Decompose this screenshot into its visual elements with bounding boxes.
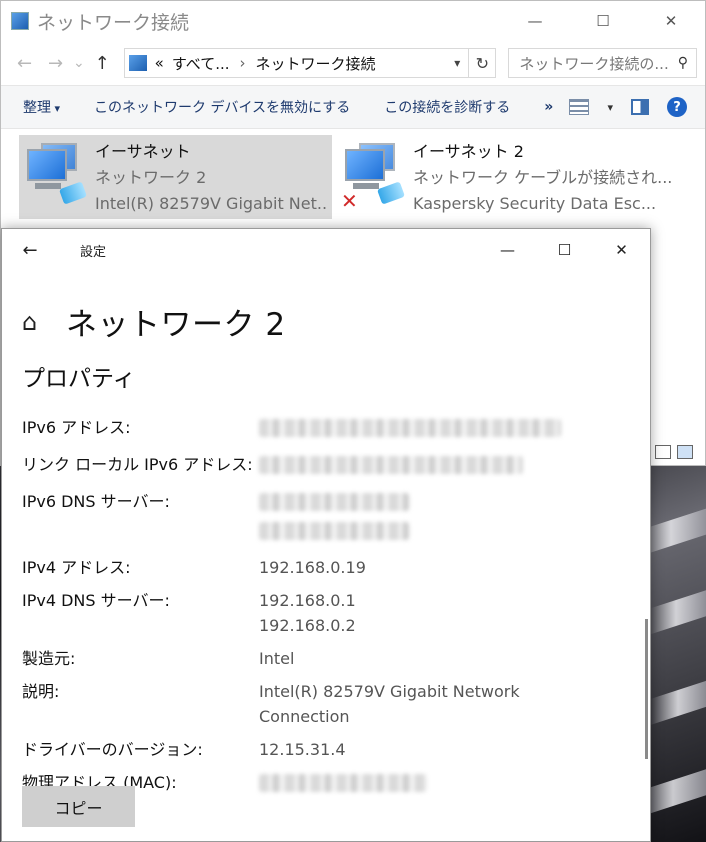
- breadcrumb-network-connections[interactable]: ネットワーク接続: [256, 53, 376, 74]
- explorer-titlebar: ネットワーク接続 — ☐ ✕: [1, 1, 705, 41]
- breadcrumb-overflow[interactable]: «: [155, 54, 164, 72]
- property-label: IPv4 DNS サーバー:: [22, 591, 170, 610]
- adapter-ethernet-2[interactable]: ✕ イーサネット 2 ネットワーク ケーブルが接続され... Kaspersky…: [337, 135, 677, 219]
- copy-button[interactable]: コピー: [22, 786, 135, 827]
- property-row: IPv4 アドレス: 192.168.0.19: [22, 555, 632, 580]
- property-row: IPv4 DNS サーバー: 192.168.0.1 192.168.0.2: [22, 588, 632, 638]
- property-row: 製造元: Intel: [22, 646, 632, 671]
- adapter-network: ネットワーク ケーブルが接続され...: [413, 168, 673, 187]
- redacted-value: [259, 456, 523, 474]
- minimize-button[interactable]: —: [501, 1, 569, 41]
- organize-button[interactable]: 整理: [23, 97, 60, 117]
- property-value: [259, 770, 427, 799]
- adapter-device: Intel(R) 82579V Gigabit Net...: [95, 194, 328, 213]
- view-toggle-icons: [655, 445, 693, 459]
- disconnected-x-icon: ✕: [341, 189, 358, 213]
- property-value: Intel(R) 82579V Gigabit Network Connectio…: [259, 679, 520, 729]
- back-arrow-icon[interactable]: ←: [9, 53, 40, 74]
- adapter-name: イーサネット: [95, 142, 191, 161]
- scrollbar[interactable]: [645, 619, 648, 759]
- page-title: ネットワーク 2: [66, 307, 286, 343]
- property-value-line: Intel(R) 82579V Gigabit Network: [259, 682, 520, 701]
- details-view-icon[interactable]: [655, 445, 671, 459]
- chevron-down-icon[interactable]: ▾: [446, 56, 468, 70]
- search-input[interactable]: ネットワーク接続の... ⚲: [508, 48, 697, 78]
- address-bar[interactable]: « すべて... › ネットワーク接続 ▾: [123, 48, 470, 78]
- property-row: IPv6 アドレス:: [22, 415, 632, 444]
- redacted-value: [259, 419, 561, 437]
- property-label: ドライバーのバージョン:: [22, 740, 203, 759]
- back-arrow-icon[interactable]: ←: [2, 240, 58, 261]
- search-icon[interactable]: ⚲: [678, 55, 688, 71]
- wallpaper-shape: [646, 590, 706, 636]
- section-title: プロパティ: [22, 366, 136, 392]
- property-value: Intel: [259, 646, 294, 671]
- property-label: IPv6 アドレス:: [22, 418, 131, 437]
- property-value-line: 12.15.31.4: [259, 740, 346, 759]
- property-value-line: 192.168.0.19: [259, 558, 366, 577]
- recent-locations-icon[interactable]: ⌄: [71, 55, 87, 71]
- property-row: 説明: Intel(R) 82579V Gigabit Network Connec…: [22, 679, 632, 729]
- chevron-down-icon[interactable]: ▾: [607, 101, 613, 114]
- breadcrumb-separator-icon: ›: [239, 54, 246, 72]
- settings-titlebar: ← 設定 — ☐ ✕: [2, 229, 650, 271]
- property-row: IPv6 DNS サーバー:: [22, 489, 632, 547]
- minimize-button[interactable]: —: [479, 229, 536, 271]
- more-commands-button[interactable]: »: [544, 99, 553, 115]
- network-folder-icon: [128, 55, 147, 71]
- property-value-line: Intel: [259, 649, 295, 668]
- network-folder-icon: [11, 12, 29, 30]
- property-value: 12.15.31.4: [259, 737, 346, 762]
- page-heading: ⌂ ネットワーク 2: [22, 299, 286, 344]
- forward-arrow-icon[interactable]: →: [40, 53, 71, 74]
- adapter-network: ネットワーク 2: [95, 168, 207, 187]
- network-adapter-disconnected-icon: ✕: [341, 141, 407, 213]
- settings-title: 設定: [80, 244, 107, 260]
- properties-list: IPv6 アドレス: リンク ローカル IPv6 アドレス: IPv6 DNS サー…: [22, 415, 632, 807]
- property-value: [259, 452, 523, 481]
- property-label: IPv6 DNS サーバー:: [22, 492, 170, 511]
- refresh-icon[interactable]: ↻: [469, 48, 497, 78]
- property-label: 説明:: [22, 682, 60, 701]
- property-row: リンク ローカル IPv6 アドレス:: [22, 452, 632, 481]
- network-adapter-icon: [23, 141, 89, 211]
- redacted-value: [259, 493, 409, 511]
- explorer-title: ネットワーク接続: [37, 11, 190, 34]
- property-value: [259, 489, 409, 547]
- maximize-button[interactable]: ☐: [569, 1, 637, 41]
- property-value-line: 192.168.0.2: [259, 616, 356, 635]
- breadcrumb-all[interactable]: すべて...: [172, 53, 230, 74]
- up-arrow-icon[interactable]: ↑: [87, 53, 118, 74]
- adapter-ethernet[interactable]: イーサネット ネットワーク 2 Intel(R) 82579V Gigabit …: [19, 135, 332, 219]
- wallpaper-shape: [650, 680, 706, 726]
- adapter-name: イーサネット 2: [413, 142, 524, 161]
- diagnose-connection-button[interactable]: この接続を診断する: [384, 97, 510, 117]
- property-label: 製造元:: [22, 649, 76, 668]
- redacted-value: [259, 774, 427, 792]
- property-label: IPv4 アドレス:: [22, 558, 131, 577]
- disable-device-button[interactable]: このネットワーク デバイスを無効にする: [94, 97, 350, 117]
- property-value-line: 192.168.0.1: [259, 591, 356, 610]
- property-value: 192.168.0.19: [259, 555, 366, 580]
- address-bar-row: ← → ⌄ ↑ « すべて... › ネットワーク接続 ▾ ↻ ネットワーク接続…: [1, 41, 705, 85]
- preview-pane-icon[interactable]: [631, 99, 649, 115]
- close-button[interactable]: ✕: [637, 1, 705, 41]
- change-view-icon[interactable]: [569, 99, 590, 115]
- adapter-device: Kaspersky Security Data Esc...: [413, 194, 657, 213]
- property-label: リンク ローカル IPv6 アドレス:: [22, 455, 253, 474]
- close-button[interactable]: ✕: [593, 229, 650, 271]
- redacted-value: [259, 522, 409, 540]
- maximize-button[interactable]: ☐: [536, 229, 593, 271]
- command-bar: 整理 このネットワーク デバイスを無効にする この接続を診断する » ▾ ?: [1, 85, 705, 129]
- search-placeholder: ネットワーク接続の...: [519, 54, 669, 73]
- help-icon[interactable]: ?: [667, 97, 687, 117]
- home-icon[interactable]: ⌂: [22, 308, 56, 336]
- property-value: 192.168.0.1 192.168.0.2: [259, 588, 356, 638]
- settings-window: ← 設定 — ☐ ✕ ⌂ ネットワーク 2 プロパティ IPv6 アドレス: リン…: [1, 228, 651, 842]
- property-value: [259, 415, 561, 444]
- property-value-line: Connection: [259, 707, 350, 726]
- large-icons-view-icon[interactable]: [677, 445, 693, 459]
- property-row: ドライバーのバージョン: 12.15.31.4: [22, 737, 632, 762]
